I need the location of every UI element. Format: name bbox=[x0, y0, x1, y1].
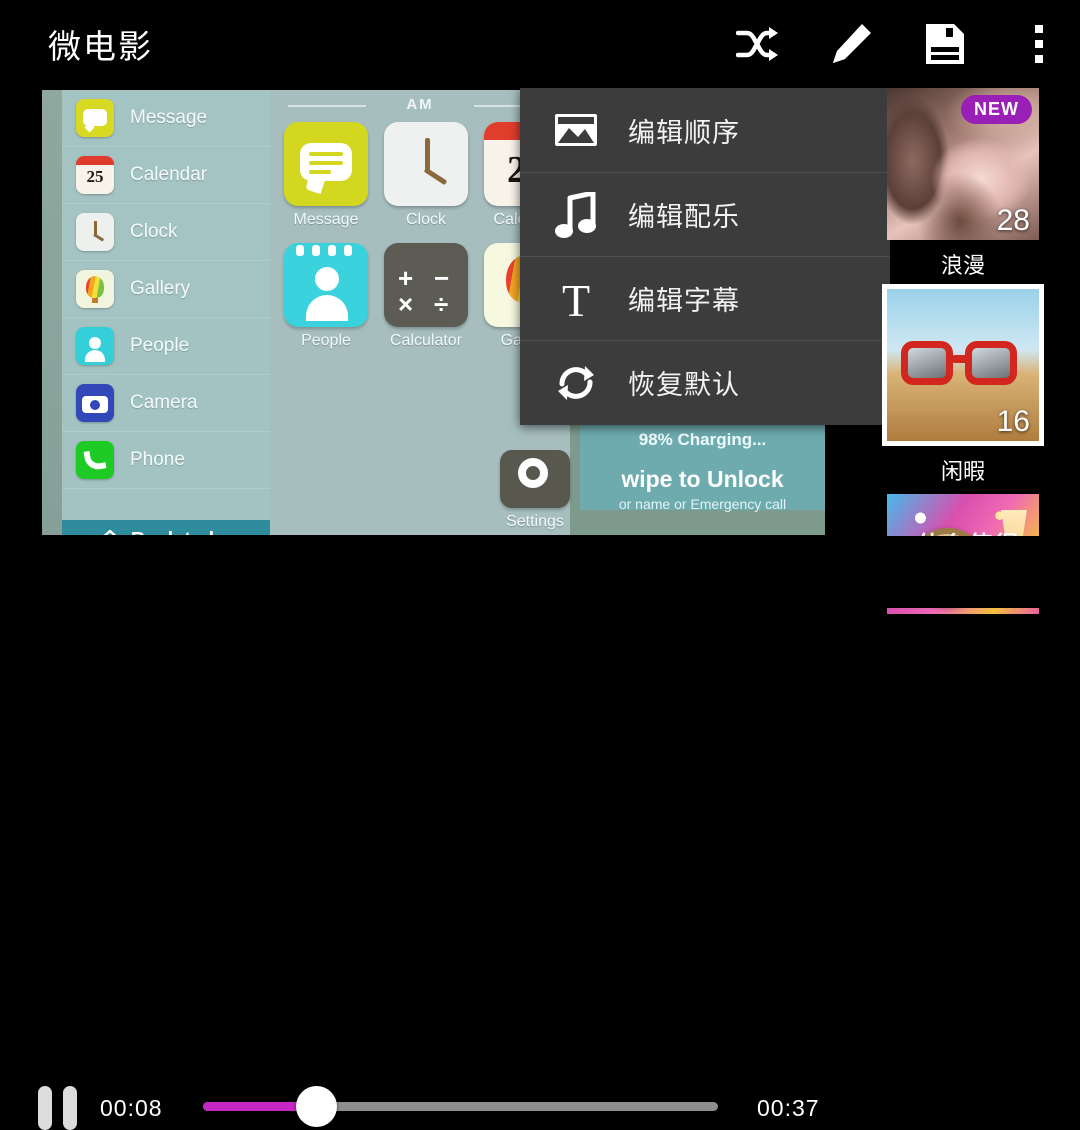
video-editor-screen: 微电影 Message 25 Calendar Clock Gallery Pe… bbox=[0, 0, 1080, 1130]
overflow-dropdown-menu[interactable]: 编辑顺序 编辑配乐 T 编辑字幕 恢复默认 bbox=[520, 88, 890, 425]
gallery-icon bbox=[76, 270, 114, 308]
list-item-label: Calendar bbox=[130, 164, 208, 185]
menu-item-restore-default[interactable]: 恢复默认 bbox=[520, 340, 890, 424]
list-item-label: Message bbox=[130, 107, 208, 128]
seek-slider[interactable] bbox=[203, 1086, 718, 1127]
app-header: 微电影 bbox=[0, 0, 1080, 88]
current-time: 00:08 bbox=[100, 1095, 163, 1121]
menu-item-label: 编辑字幕 bbox=[628, 286, 740, 317]
header-action-bar bbox=[734, 18, 1062, 70]
settings-icon bbox=[500, 450, 570, 508]
theme-item-romance[interactable]: NEW 28 浪漫 bbox=[887, 88, 1039, 280]
emergency-call-text: or name or Emergency call bbox=[618, 496, 787, 512]
list-item-label: People bbox=[130, 335, 190, 356]
total-time: 00:37 bbox=[757, 1095, 820, 1121]
menu-item-label: 编辑配乐 bbox=[628, 202, 740, 233]
calendar-icon: 25 bbox=[76, 156, 114, 194]
text-t-icon: T bbox=[552, 275, 600, 323]
camera-icon bbox=[76, 384, 114, 422]
menu-item-edit-music[interactable]: 编辑配乐 bbox=[520, 172, 890, 256]
app-list: Message 25 Calendar Clock Gallery People… bbox=[62, 90, 270, 489]
page-title: 微电影 bbox=[48, 27, 153, 66]
clip-count: 16 bbox=[996, 405, 1030, 438]
image-icon bbox=[552, 106, 600, 154]
refresh-icon bbox=[552, 359, 600, 407]
grid-item: Clock bbox=[384, 122, 468, 229]
list-item: Message bbox=[62, 90, 270, 147]
phone-icon bbox=[76, 441, 114, 479]
list-item-label: Clock bbox=[130, 221, 178, 242]
list-item-label: Gallery bbox=[130, 278, 191, 299]
list-item: People bbox=[62, 318, 270, 375]
grid-item-label: People bbox=[301, 332, 351, 349]
home-icon bbox=[103, 530, 117, 535]
grid-item: People bbox=[284, 243, 368, 350]
back-to-home-button: Back to ho bbox=[62, 520, 270, 535]
theme-thumbnail[interactable]: NEW 28 bbox=[887, 88, 1039, 240]
menu-item-label: 编辑顺序 bbox=[628, 117, 740, 149]
theme-thumbnail-selected[interactable]: 16 bbox=[882, 284, 1044, 446]
list-item: Phone bbox=[62, 432, 270, 489]
theme-rail[interactable]: NEW 28 浪漫 16 闲暇 bbox=[882, 88, 1080, 614]
list-item: 25 Calendar bbox=[62, 147, 270, 204]
edit-pencil-icon[interactable] bbox=[828, 21, 874, 67]
overflow-menu-icon[interactable] bbox=[1016, 21, 1062, 67]
charging-status: 98% Charging... bbox=[638, 430, 767, 449]
menu-item-edit-order[interactable]: 编辑顺序 bbox=[520, 88, 890, 172]
grid-item-label: Clock bbox=[405, 211, 446, 228]
music-note-icon bbox=[552, 191, 600, 239]
back-to-home-label: Back to ho bbox=[131, 529, 233, 536]
preview-left-pane: Message 25 Calendar Clock Gallery People… bbox=[42, 90, 270, 535]
menu-item-edit-subtitle[interactable]: T 编辑字幕 bbox=[520, 256, 890, 340]
swipe-to-unlock-text: wipe to Unlock bbox=[621, 466, 784, 492]
clock-icon bbox=[384, 122, 468, 206]
seek-thumb[interactable] bbox=[296, 1086, 338, 1127]
clip-count: 28 bbox=[996, 204, 1030, 237]
grid-item-label: Message bbox=[293, 211, 359, 228]
grid-item-label: Settings bbox=[506, 513, 564, 530]
calculator-icon: + − × ÷ bbox=[384, 243, 468, 327]
theme-name: 闲暇 bbox=[940, 460, 985, 485]
theme-name: 浪漫 bbox=[940, 254, 985, 279]
list-item: Clock bbox=[62, 204, 270, 261]
theme-item-leisure[interactable]: 16 闲暇 bbox=[882, 284, 1044, 486]
clock-icon bbox=[76, 213, 114, 251]
status-badge: NEW bbox=[961, 95, 1032, 124]
people-icon bbox=[76, 327, 114, 365]
message-icon bbox=[284, 122, 368, 206]
svg-text:T: T bbox=[562, 277, 590, 321]
list-item: Gallery bbox=[62, 261, 270, 318]
list-item: Camera bbox=[62, 375, 270, 432]
list-item-label: Phone bbox=[130, 449, 185, 470]
list-item-label: Camera bbox=[130, 392, 198, 413]
message-icon bbox=[76, 99, 114, 137]
grid-item-label: Calculator bbox=[389, 332, 463, 349]
pause-button[interactable] bbox=[38, 1086, 84, 1130]
people-icon bbox=[284, 243, 368, 327]
shuffle-icon[interactable] bbox=[734, 21, 780, 67]
save-disk-icon[interactable] bbox=[922, 21, 968, 67]
menu-item-label: 恢复默认 bbox=[628, 370, 740, 401]
grid-item: Message bbox=[284, 122, 368, 229]
grid-item: + − × ÷ Calculator bbox=[384, 243, 468, 350]
player-controls: 00:08 00:37 bbox=[0, 536, 1080, 1130]
